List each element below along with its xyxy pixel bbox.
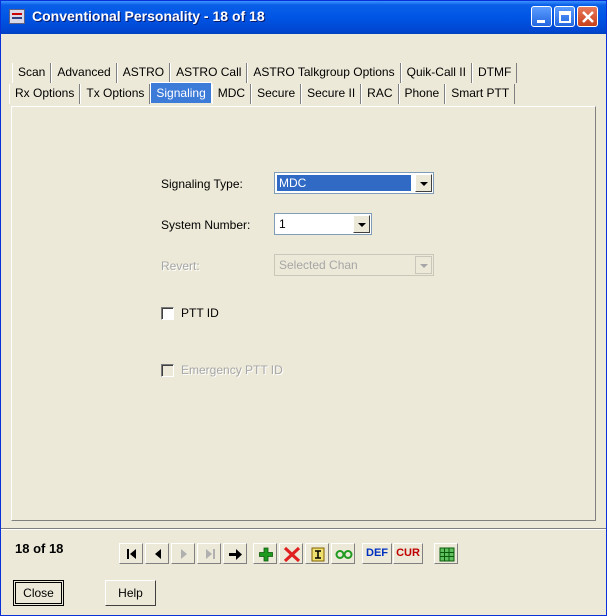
current-values-button[interactable]: CUR — [393, 543, 423, 564]
tab-signaling[interactable]: Signaling — [150, 82, 212, 103]
chevron-down-icon[interactable] — [353, 215, 370, 233]
last-record-icon — [206, 549, 215, 559]
tab-row-1: Scan Advanced ASTRO ASTRO Call ASTRO Tal… — [12, 63, 518, 83]
tab-rx-options[interactable]: Rx Options — [9, 84, 81, 104]
previous-record-icon — [155, 549, 161, 559]
add-record-button[interactable] — [253, 543, 277, 564]
goto-record-button[interactable] — [223, 543, 247, 564]
tab-astro-talkgroup-options[interactable]: ASTRO Talkgroup Options — [247, 63, 401, 83]
record-counter: 18 of 18 — [15, 541, 64, 556]
tab-dtmf[interactable]: DTMF — [471, 63, 518, 83]
tab-mdc[interactable]: MDC — [211, 84, 252, 104]
copy-icon — [335, 550, 353, 559]
default-values-button[interactable]: DEF — [362, 543, 392, 564]
grid-icon — [439, 547, 455, 562]
system-number-select[interactable]: 1 — [274, 213, 372, 235]
ptt-id-checkbox[interactable] — [161, 307, 174, 320]
revert-label: Revert: — [161, 259, 200, 273]
help-button[interactable]: Help — [105, 580, 156, 606]
first-record-icon — [127, 549, 136, 559]
title-bar[interactable]: Conventional Personality - 18 of 18 — [1, 1, 606, 34]
table-view-button[interactable] — [434, 543, 458, 564]
previous-record-button[interactable] — [145, 543, 169, 564]
tab-advanced[interactable]: Advanced — [51, 63, 117, 83]
delete-x-icon — [283, 546, 301, 563]
tab-astro-call[interactable]: ASTRO Call — [170, 63, 248, 83]
plus-icon — [259, 547, 273, 562]
system-number-value: 1 — [279, 217, 286, 231]
first-record-button[interactable] — [119, 543, 143, 564]
signaling-panel — [11, 106, 596, 521]
tab-rac[interactable]: RAC — [361, 84, 399, 104]
tab-astro[interactable]: ASTRO — [116, 63, 171, 83]
insert-record-button[interactable] — [305, 543, 329, 564]
signaling-type-label: Signaling Type: — [161, 177, 243, 191]
chevron-down-icon — [415, 256, 432, 274]
close-window-button[interactable] — [577, 6, 598, 27]
last-record-button — [197, 543, 221, 564]
minimize-icon — [537, 20, 545, 23]
tab-secure[interactable]: Secure — [251, 84, 302, 104]
copy-record-button[interactable] — [331, 543, 355, 564]
ptt-id-label[interactable]: PTT ID — [181, 306, 219, 320]
tab-quik-call-ii[interactable]: Quik-Call II — [400, 63, 472, 83]
tab-secure-ii[interactable]: Secure II — [301, 84, 362, 104]
tab-tx-options[interactable]: Tx Options — [80, 84, 151, 104]
maximize-button[interactable] — [554, 6, 575, 27]
conventional-personality-window: Conventional Personality - 18 of 18 Scan… — [0, 0, 607, 616]
maximize-icon — [559, 11, 571, 23]
next-record-button — [171, 543, 195, 564]
chevron-down-icon[interactable] — [415, 174, 432, 192]
minimize-button[interactable] — [531, 6, 552, 27]
tab-row-2: Rx Options Tx Options Signaling MDC Secu… — [9, 82, 516, 104]
divider — [1, 528, 606, 530]
window-title: Conventional Personality - 18 of 18 — [32, 8, 265, 24]
next-record-icon — [181, 549, 187, 559]
delete-record-button[interactable] — [279, 543, 303, 564]
arrow-right-icon — [229, 549, 242, 560]
app-icon — [9, 9, 25, 24]
tab-scan[interactable]: Scan — [12, 63, 52, 83]
emergency-ptt-id-checkbox — [161, 364, 174, 377]
signaling-type-select[interactable]: MDC — [274, 172, 434, 194]
system-number-label: System Number: — [161, 218, 251, 232]
emergency-ptt-id-label: Emergency PTT ID — [181, 363, 283, 377]
tab-phone[interactable]: Phone — [398, 84, 446, 104]
tab-smart-ptt[interactable]: Smart PTT — [445, 84, 516, 104]
insert-icon — [311, 547, 325, 562]
signaling-type-value: MDC — [277, 175, 411, 191]
revert-select: Selected Chan — [274, 254, 434, 276]
close-icon — [582, 11, 594, 23]
revert-value: Selected Chan — [279, 258, 358, 272]
close-button[interactable]: Close — [13, 580, 64, 606]
